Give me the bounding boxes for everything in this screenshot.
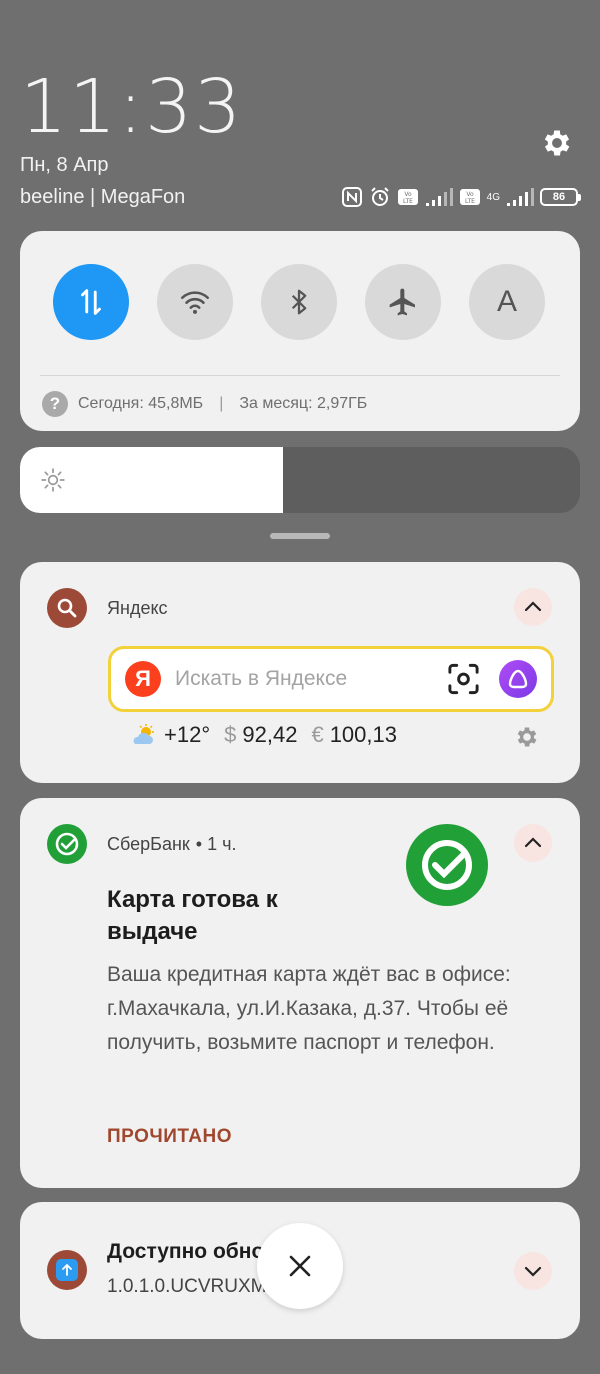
yandex-logo-icon: Я [125, 661, 161, 697]
collapse-button[interactable] [514, 588, 552, 626]
chevron-up-icon [524, 837, 542, 848]
app-name: Яндекс [107, 598, 168, 618]
svg-text:Vo: Vo [466, 191, 474, 198]
sber-logo-icon [55, 832, 79, 856]
weather-sun-cloud-icon [133, 724, 154, 744]
svg-text:LTE: LTE [403, 198, 413, 205]
widget-settings-gear-icon[interactable] [514, 724, 540, 750]
divider [40, 375, 560, 376]
eur-rate: 100,13 [329, 722, 397, 747]
bluetooth-toggle[interactable] [261, 264, 337, 340]
chevron-up-icon [524, 601, 542, 612]
updater-app-icon [47, 1250, 87, 1290]
search-icon [57, 598, 77, 618]
traffic-separator: | [219, 395, 224, 412]
weather-currency-informer[interactable]: +12° $ 92,42 € 100,13 [130, 722, 397, 748]
wifi-toggle[interactable] [157, 264, 233, 340]
mobile-data-toggle[interactable] [53, 264, 129, 340]
svg-text:Vo: Vo [404, 191, 412, 198]
auto-toggle-label: A [496, 285, 517, 318]
sun-icon [41, 468, 65, 492]
expand-button[interactable] [514, 1252, 552, 1290]
camera-search-icon[interactable] [446, 661, 481, 697]
signal-strength-icon [425, 188, 453, 206]
yandex-search-bar[interactable]: Я [108, 646, 554, 712]
chevron-down-icon [524, 1266, 542, 1277]
euro-icon: € [311, 722, 324, 747]
battery-icon: 86 [540, 188, 581, 206]
wifi-icon [180, 291, 210, 314]
sberbank-notification[interactable]: СберБанк • 1 ч. Карта готова к выдаче Ва… [20, 798, 580, 1188]
clock[interactable]: 11:33 [20, 70, 243, 144]
nfc-icon [341, 187, 362, 207]
svg-text:LTE: LTE [465, 198, 475, 205]
usd-rate: 92,42 [242, 722, 298, 747]
battery-level: 86 [552, 191, 566, 203]
quick-settings-panel: A ? Сегодня: 45,8МБ | За месяц: 2,97ГБ [20, 231, 580, 431]
arrow-up-icon [62, 1263, 72, 1276]
collapse-button[interactable] [514, 824, 552, 862]
volte-icon: Vo LTE [397, 189, 418, 205]
drag-handle[interactable] [270, 533, 330, 539]
alice-icon [508, 669, 528, 689]
temperature: +12° [164, 722, 211, 747]
airplane-mode-toggle[interactable] [365, 264, 441, 340]
alice-assistant-icon[interactable] [499, 660, 537, 698]
brightness-slider[interactable] [20, 447, 580, 513]
notification-header: СберБанк • 1 ч. [107, 834, 236, 855]
close-icon [289, 1255, 311, 1277]
update-arrow-icon [56, 1259, 78, 1281]
date-label[interactable]: Пн, 8 Апр [20, 154, 109, 177]
search-input[interactable] [175, 667, 446, 691]
bluetooth-icon [291, 289, 307, 315]
dollar-icon: $ [224, 722, 237, 747]
sber-large-icon [406, 824, 488, 906]
status-bar-icons: Vo LTE Vo LTE 4G 86 [341, 186, 581, 208]
app-name: СберБанк [107, 834, 190, 854]
notification-text: Ваша кредитная карта ждёт вас в офисе: г… [107, 963, 511, 1054]
mobile-data-icon [81, 289, 101, 315]
mark-read-button[interactable]: ПРОЧИТАНО [107, 1126, 232, 1148]
alarm-icon [370, 187, 389, 206]
settings-gear-icon[interactable] [540, 126, 574, 160]
notification-title: Карта готова к выдаче [107, 886, 278, 945]
clear-notifications-button[interactable] [257, 1223, 343, 1309]
yandex-notification[interactable]: Яндекс Я +12° $ 92,42 € 100,13 [20, 562, 580, 783]
sber-logo-icon [422, 840, 472, 890]
volte-icon: Vo LTE [459, 189, 480, 205]
traffic-today: Сегодня: 45,8МБ [78, 395, 204, 412]
airplane-icon [389, 288, 415, 316]
network-type-label: 4G [486, 191, 500, 203]
signal-strength-icon [507, 188, 534, 206]
auto-brightness-toggle[interactable]: A [469, 264, 545, 340]
help-icon: ? [42, 391, 68, 417]
timestamp: • 1 ч. [195, 834, 237, 854]
sberbank-app-icon [47, 824, 87, 864]
carrier-label: beeline | MegaFon [20, 186, 186, 208]
traffic-month: За месяц: 2,97ГБ [239, 395, 368, 412]
yandex-app-icon [47, 588, 87, 628]
data-usage-row[interactable]: ? Сегодня: 45,8МБ | За месяц: 2,97ГБ [42, 391, 367, 417]
version-label: 1.0.1.0.UCVRUXM [107, 1276, 267, 1297]
